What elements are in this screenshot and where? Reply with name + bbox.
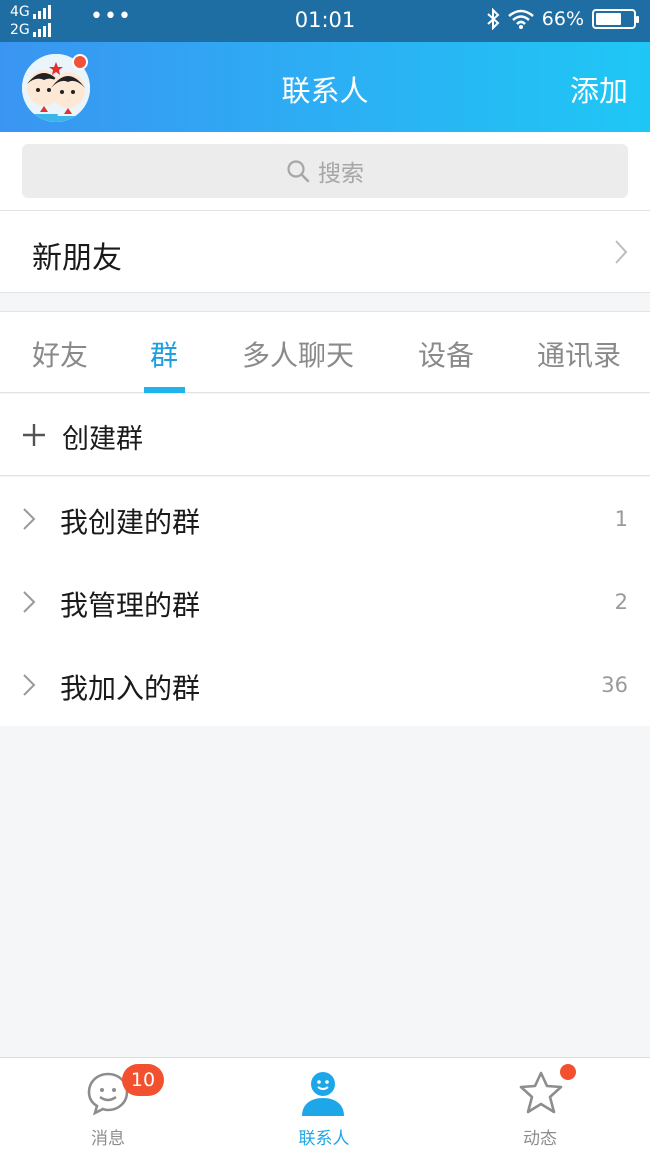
- new-friends-row[interactable]: 新朋友: [0, 211, 650, 293]
- nav-moments[interactable]: 动态: [432, 1058, 648, 1155]
- star-icon: [519, 1071, 563, 1114]
- group-count: 36: [601, 673, 628, 697]
- list-item[interactable]: 我管理的群 2: [0, 560, 650, 643]
- group-list: 我创建的群 1 我管理的群 2 我加入的群 36: [0, 477, 650, 726]
- status-bar: 4G 2G ••• 01:01 66%: [0, 0, 650, 42]
- create-group-row[interactable]: 创建群: [0, 394, 650, 476]
- nav-moments-label: 动态: [523, 1129, 557, 1149]
- plus-icon: [23, 424, 45, 446]
- tab-multi-chat[interactable]: 多人聊天: [242, 334, 354, 374]
- group-count: 2: [614, 590, 628, 614]
- battery-percent: 66%: [541, 8, 584, 30]
- nav-contacts[interactable]: 联系人: [216, 1058, 432, 1155]
- nav-messages[interactable]: 10 消息: [0, 1058, 216, 1155]
- contact-tabs: 好友 群 多人聊天 设备 通讯录: [0, 311, 650, 393]
- group-count: 1: [614, 507, 628, 531]
- search-input[interactable]: 搜索: [22, 144, 628, 198]
- group-category-label: 我创建的群: [60, 506, 201, 539]
- search-icon: [287, 160, 310, 183]
- chevron-right-icon: [615, 240, 628, 264]
- list-item[interactable]: 我创建的群 1: [0, 477, 650, 560]
- bottom-nav: 10 消息 联系人 动态: [0, 1057, 650, 1155]
- search-area: 搜索: [0, 132, 650, 211]
- add-button[interactable]: 添加: [570, 68, 628, 110]
- unread-dot: [560, 1064, 576, 1080]
- list-item[interactable]: 我加入的群 36: [0, 643, 650, 726]
- tab-devices[interactable]: 设备: [418, 334, 474, 374]
- status-right: 66%: [486, 8, 639, 30]
- bluetooth-icon: [487, 8, 500, 30]
- wifi-icon: [507, 9, 534, 29]
- new-friends-label: 新朋友: [32, 241, 122, 276]
- chevron-right-icon: [23, 591, 36, 613]
- battery-icon: [592, 9, 639, 29]
- nav-contacts-label: 联系人: [298, 1129, 350, 1149]
- unread-badge: 10: [122, 1064, 164, 1096]
- group-category-label: 我加入的群: [60, 672, 201, 705]
- tab-indicator: [144, 387, 185, 393]
- tab-groups[interactable]: 群: [150, 334, 178, 374]
- nav-messages-label: 消息: [91, 1129, 125, 1149]
- tab-address-book[interactable]: 通讯录: [537, 334, 621, 374]
- group-category-label: 我管理的群: [60, 589, 201, 622]
- chevron-right-icon: [23, 508, 36, 530]
- tab-friends[interactable]: 好友: [32, 334, 88, 374]
- page-title: 联系人: [281, 74, 369, 108]
- create-group-label: 创建群: [62, 424, 143, 455]
- search-placeholder: 搜索: [318, 161, 364, 187]
- title-bar: 联系人 添加: [0, 42, 650, 132]
- person-icon: [302, 1072, 344, 1116]
- chevron-right-icon: [23, 674, 36, 696]
